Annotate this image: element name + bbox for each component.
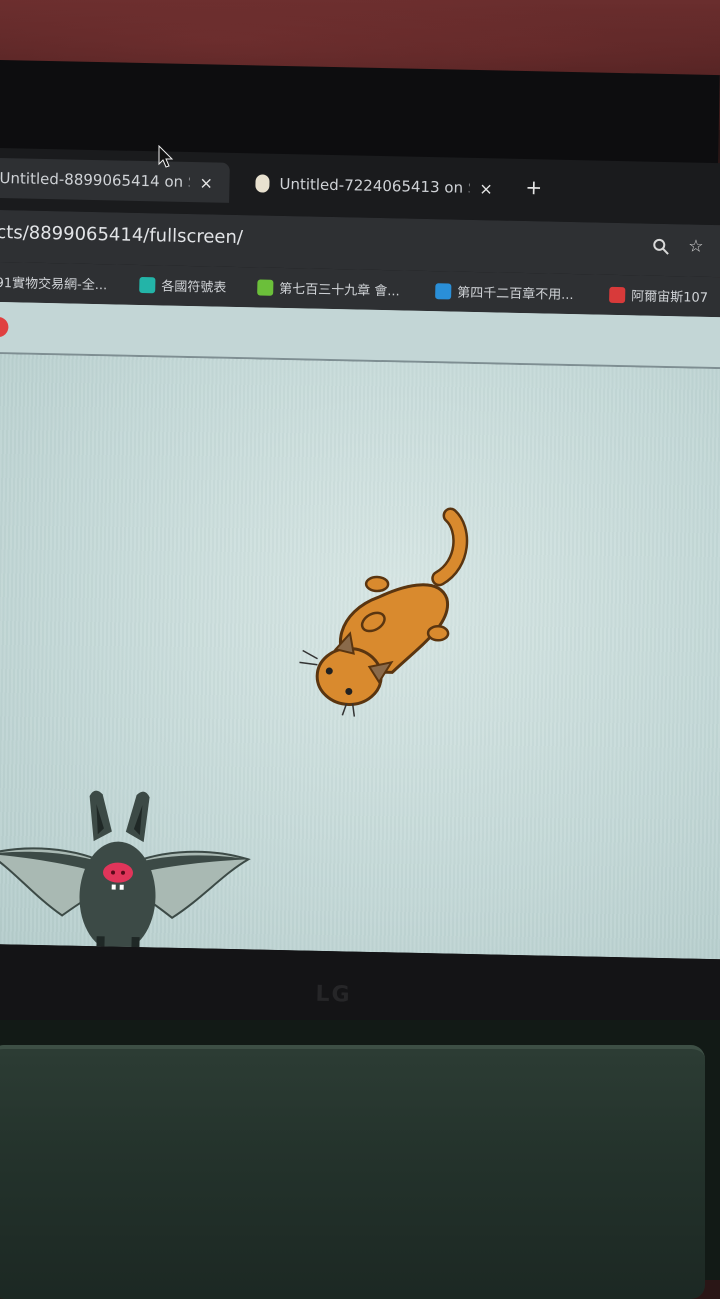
green-folder — [0, 1045, 705, 1299]
bookmark-label: 第四千二百章不用... — [457, 285, 574, 304]
tab-title: Untitled-7224065413 on Scra — [279, 174, 469, 197]
bookmark-item[interactable]: 591實物交易網-全... — [0, 272, 107, 294]
bookmark-favicon-icon — [435, 282, 452, 299]
bookmark-label: 各國符號表 — [161, 279, 227, 296]
search-icon[interactable] — [652, 238, 670, 261]
bat-sprite[interactable] — [0, 784, 265, 959]
tab-title: Untitled-8899065414 on Scra — [0, 169, 190, 191]
tab-active[interactable]: Untitled-8899065414 on Scra × — [0, 157, 230, 203]
bookmark-favicon-icon — [609, 286, 626, 303]
close-tab-icon[interactable]: × — [199, 173, 213, 192]
monitor: Untitled-8899065414 on Scra × Untitled-7… — [0, 60, 720, 1056]
monitor-brand-logo: LG — [315, 981, 352, 1008]
tab-favicon-icon — [255, 174, 270, 193]
bookmark-favicon-icon — [257, 278, 274, 296]
close-tab-icon[interactable]: × — [479, 179, 493, 198]
scratch-fullscreen-page — [0, 301, 720, 960]
stage[interactable] — [0, 353, 720, 960]
star-icon[interactable]: ☆ — [688, 236, 704, 256]
new-tab-button[interactable]: + — [525, 175, 542, 199]
url-text[interactable]: cts/8899065414/fullscreen/ — [0, 222, 243, 248]
bookmark-item[interactable]: 阿爾宙斯107 — [609, 285, 708, 306]
cat-sprite[interactable] — [286, 500, 481, 724]
red-stop-icon[interactable] — [0, 316, 9, 338]
bookmark-label: 阿爾宙斯107 — [631, 289, 709, 306]
bookmark-label: 第七百三十九章 會... — [279, 281, 400, 300]
tab-inactive[interactable]: Untitled-7224065413 on Scra × — [245, 163, 516, 209]
bookmark-item[interactable]: 各國符號表 — [139, 275, 226, 296]
mouse-cursor-icon — [158, 145, 174, 168]
bookmark-label: 591實物交易網-全... — [0, 275, 108, 294]
bookmark-item[interactable]: 第四千二百章不用... — [435, 281, 574, 303]
bookmark-item[interactable]: 第七百三十九章 會... — [257, 277, 400, 299]
bookmark-favicon-icon — [139, 276, 156, 293]
